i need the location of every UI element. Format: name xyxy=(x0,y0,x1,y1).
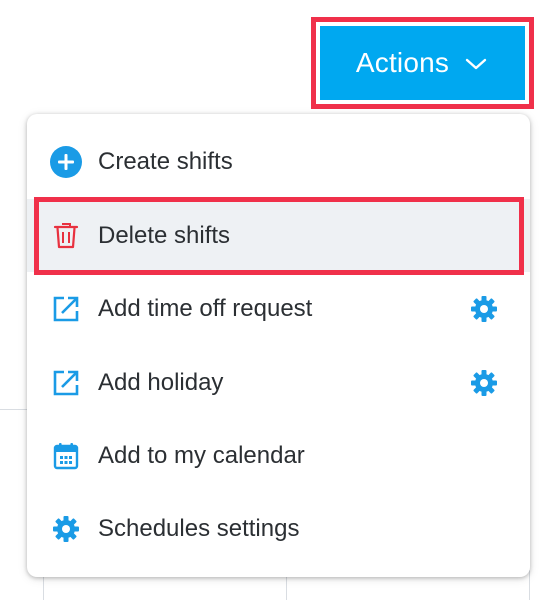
actions-dropdown-menu: Create shifts Delete shifts Add time off… xyxy=(27,114,530,577)
menu-item-add-to-my-calendar[interactable]: Add to my calendar xyxy=(27,419,530,492)
actions-highlight-outline: Actions xyxy=(311,17,534,109)
gear-icon[interactable] xyxy=(467,292,501,326)
menu-item-label: Delete shifts xyxy=(98,221,231,249)
menu-item-add-holiday[interactable]: Add holiday xyxy=(27,346,530,419)
menu-item-label: Add to my calendar xyxy=(98,441,305,469)
grid-line xyxy=(529,570,530,600)
chevron-down-icon xyxy=(463,51,489,77)
gear-icon xyxy=(49,512,83,546)
menu-item-add-time-off-request[interactable]: Add time off request xyxy=(27,272,530,345)
calendar-icon xyxy=(49,439,83,473)
open-external-icon xyxy=(49,292,83,326)
menu-item-label: Add time off request xyxy=(98,294,313,322)
open-external-icon xyxy=(49,366,83,400)
actions-label: Actions xyxy=(355,47,450,78)
menu-item-label: Create shifts xyxy=(98,147,233,175)
grid-line xyxy=(0,409,30,410)
plus-circle-icon xyxy=(49,145,83,179)
trash-icon xyxy=(49,219,83,253)
menu-item-label: Add holiday xyxy=(98,368,224,396)
gear-icon[interactable] xyxy=(467,366,501,400)
menu-item-create-shifts[interactable]: Create shifts xyxy=(27,125,530,198)
actions-button[interactable]: Actions xyxy=(320,26,525,100)
menu-item-schedules-settings[interactable]: Schedules settings xyxy=(27,492,530,565)
menu-item-delete-shifts[interactable]: Delete shifts xyxy=(27,199,530,272)
menu-item-label: Schedules settings xyxy=(98,514,300,542)
